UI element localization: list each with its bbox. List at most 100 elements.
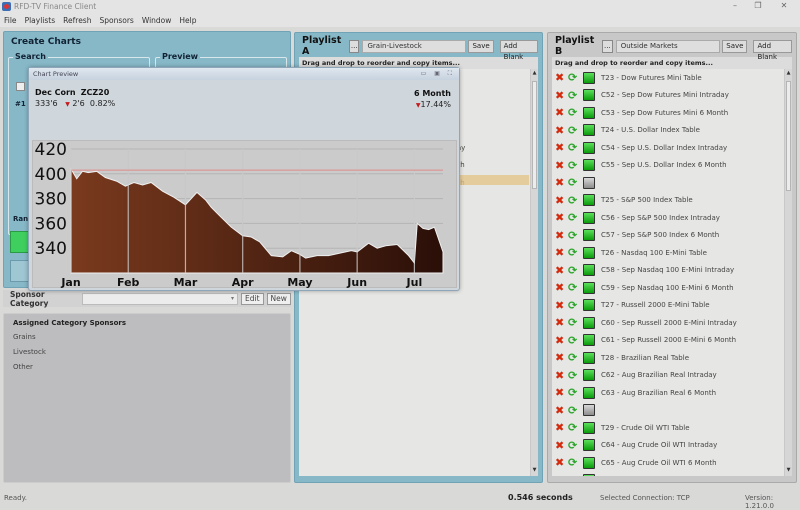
refresh-icon[interactable]: ⟳ — [568, 195, 581, 206]
delete-icon[interactable]: ✖ — [555, 457, 566, 468]
chart-preview-window[interactable]: Chart Preview ▭ ▣ ⛶ Dec Corn ZCZ20 333'6… — [28, 67, 460, 291]
select-checkbox[interactable] — [16, 82, 25, 91]
scroll-up-icon[interactable]: ▲ — [785, 70, 792, 78]
refresh-icon[interactable]: ⟳ — [568, 422, 581, 433]
list-item[interactable]: ✖⟳T26 - Nasdaq 100 E-Mini Table — [552, 244, 792, 262]
list-item[interactable]: ✖⟳C63 - Aug Brazilian Real 6 Month — [552, 384, 792, 402]
playlist-b-save-button[interactable]: Save — [722, 40, 747, 53]
active-status-icon[interactable] — [583, 264, 595, 276]
list-item[interactable]: ✖⟳T27 - Russell 2000 E-Mini Table — [552, 297, 792, 315]
playlist-a-save-button[interactable]: Save — [468, 40, 493, 53]
refresh-icon[interactable]: ⟳ — [568, 282, 581, 293]
refresh-icon[interactable]: ⟳ — [568, 335, 581, 346]
menu-playlists[interactable]: Playlists — [25, 16, 56, 25]
refresh-icon[interactable]: ⟳ — [568, 142, 581, 153]
delete-icon[interactable]: ✖ — [555, 265, 566, 276]
scroll-down-icon[interactable]: ▼ — [785, 467, 792, 475]
delete-icon[interactable]: ✖ — [555, 177, 566, 188]
playlist-b-name-input[interactable]: Outside Markets — [616, 40, 721, 53]
list-item[interactable]: ✖⟳T24 - U.S. Dollar Index Table — [552, 122, 792, 140]
scroll-thumb[interactable] — [532, 81, 537, 189]
list-item[interactable]: ✖⟳C56 - Sep S&P 500 Index Intraday — [552, 209, 792, 227]
active-status-icon[interactable] — [583, 142, 595, 154]
list-item[interactable]: ✖⟳C57 - Sep S&P 500 Index 6 Month — [552, 227, 792, 245]
active-status-icon[interactable] — [583, 317, 595, 329]
delete-icon[interactable]: ✖ — [555, 300, 566, 311]
menu-file[interactable]: File — [4, 16, 17, 25]
active-status-icon[interactable] — [583, 474, 595, 476]
list-item[interactable]: ✖⟳T30 - Ethanol Futures Table — [552, 472, 792, 477]
active-status-icon[interactable] — [583, 229, 595, 241]
delete-icon[interactable]: ✖ — [555, 212, 566, 223]
new-button[interactable]: New — [267, 293, 291, 305]
refresh-icon[interactable]: ⟳ — [568, 160, 581, 171]
list-item[interactable]: ✖⟳C64 - Aug Crude Oil WTI Intraday — [552, 437, 792, 455]
delete-icon[interactable]: ✖ — [555, 282, 566, 293]
playlist-a-add-blank-button[interactable]: Add Blank — [500, 40, 538, 53]
list-item[interactable]: ✖⟳C60 - Sep Russell 2000 E-Mini Intraday — [552, 314, 792, 332]
delete-icon[interactable]: ✖ — [555, 125, 566, 136]
refresh-icon[interactable]: ⟳ — [568, 72, 581, 83]
active-status-icon[interactable] — [583, 369, 595, 381]
delete-icon[interactable]: ✖ — [555, 142, 566, 153]
delete-icon[interactable]: ✖ — [555, 317, 566, 328]
delete-icon[interactable]: ✖ — [555, 405, 566, 416]
refresh-icon[interactable]: ⟳ — [568, 317, 581, 328]
close-button[interactable]: ✕ — [774, 0, 794, 13]
list-item[interactable]: ✖⟳C61 - Sep Russell 2000 E-Mini 6 Month — [552, 332, 792, 350]
playlist-a-browse-button[interactable]: ... — [349, 40, 360, 53]
active-status-icon[interactable] — [583, 387, 595, 399]
active-status-icon[interactable] — [583, 89, 595, 101]
active-status-icon[interactable] — [583, 334, 595, 346]
delete-icon[interactable]: ✖ — [555, 370, 566, 381]
refresh-icon[interactable]: ⟳ — [568, 352, 581, 363]
refresh-icon[interactable]: ⟳ — [568, 370, 581, 381]
active-status-icon[interactable] — [583, 247, 595, 259]
refresh-icon[interactable]: ⟳ — [568, 457, 581, 468]
delete-icon[interactable]: ✖ — [555, 352, 566, 363]
sponsor-item-livestock[interactable]: Livestock — [13, 348, 281, 356]
refresh-icon[interactable]: ⟳ — [568, 300, 581, 311]
inactive-status-icon[interactable] — [583, 404, 595, 416]
active-status-icon[interactable] — [583, 124, 595, 136]
refresh-icon[interactable]: ⟳ — [568, 387, 581, 398]
delete-icon[interactable]: ✖ — [555, 387, 566, 398]
delete-icon[interactable]: ✖ — [555, 107, 566, 118]
refresh-icon[interactable]: ⟳ — [568, 177, 581, 188]
refresh-icon[interactable]: ⟳ — [568, 107, 581, 118]
scroll-down-icon[interactable]: ▼ — [531, 467, 538, 475]
list-item[interactable]: ✖⟳ — [552, 174, 792, 192]
delete-icon[interactable]: ✖ — [555, 230, 566, 241]
active-status-icon[interactable] — [583, 352, 595, 364]
playlist-a-name-input[interactable]: Grain-Livestock — [362, 40, 466, 53]
delete-icon[interactable]: ✖ — [555, 247, 566, 258]
sponsor-category-select[interactable]: ▾ — [82, 293, 238, 305]
active-status-icon[interactable] — [583, 194, 595, 206]
refresh-icon[interactable]: ⟳ — [568, 247, 581, 258]
sponsor-item-other[interactable]: Other — [13, 363, 281, 371]
minimize-button[interactable]: – — [725, 0, 745, 13]
playlist-b-scrollbar[interactable]: ▲ ▼ — [784, 69, 792, 476]
maximize-button[interactable]: ❐ — [748, 0, 768, 13]
active-status-icon[interactable] — [583, 159, 595, 171]
active-status-icon[interactable] — [583, 422, 595, 434]
list-item[interactable]: ✖⟳C65 - Aug Crude Oil WTI 6 Month — [552, 454, 792, 472]
active-status-icon[interactable] — [583, 299, 595, 311]
list-item[interactable]: ✖⟳T29 - Crude Oil WTI Table — [552, 419, 792, 437]
delete-icon[interactable]: ✖ — [555, 335, 566, 346]
list-item[interactable]: ✖⟳C59 - Sep Nasdaq 100 E-Mini 6 Month — [552, 279, 792, 297]
delete-icon[interactable]: ✖ — [555, 440, 566, 451]
list-item[interactable]: ✖⟳ — [552, 402, 792, 420]
active-status-icon[interactable] — [583, 457, 595, 469]
list-item[interactable]: ✖⟳C58 - Sep Nasdaq 100 E-Mini Intraday — [552, 262, 792, 280]
inactive-status-icon[interactable] — [583, 177, 595, 189]
scroll-thumb[interactable] — [786, 81, 791, 191]
list-item[interactable]: ✖⟳T28 - Brazilian Real Table — [552, 349, 792, 367]
menu-help[interactable]: Help — [179, 16, 196, 25]
active-status-icon[interactable] — [583, 72, 595, 84]
list-item[interactable]: ✖⟳C52 - Sep Dow Futures Mini Intraday — [552, 87, 792, 105]
refresh-icon[interactable]: ⟳ — [568, 440, 581, 451]
chart-preview-window-controls[interactable]: ▭ ▣ ⛶ — [421, 70, 455, 78]
playlist-a-scrollbar[interactable]: ▲ ▼ — [530, 69, 538, 476]
delete-icon[interactable]: ✖ — [555, 422, 566, 433]
